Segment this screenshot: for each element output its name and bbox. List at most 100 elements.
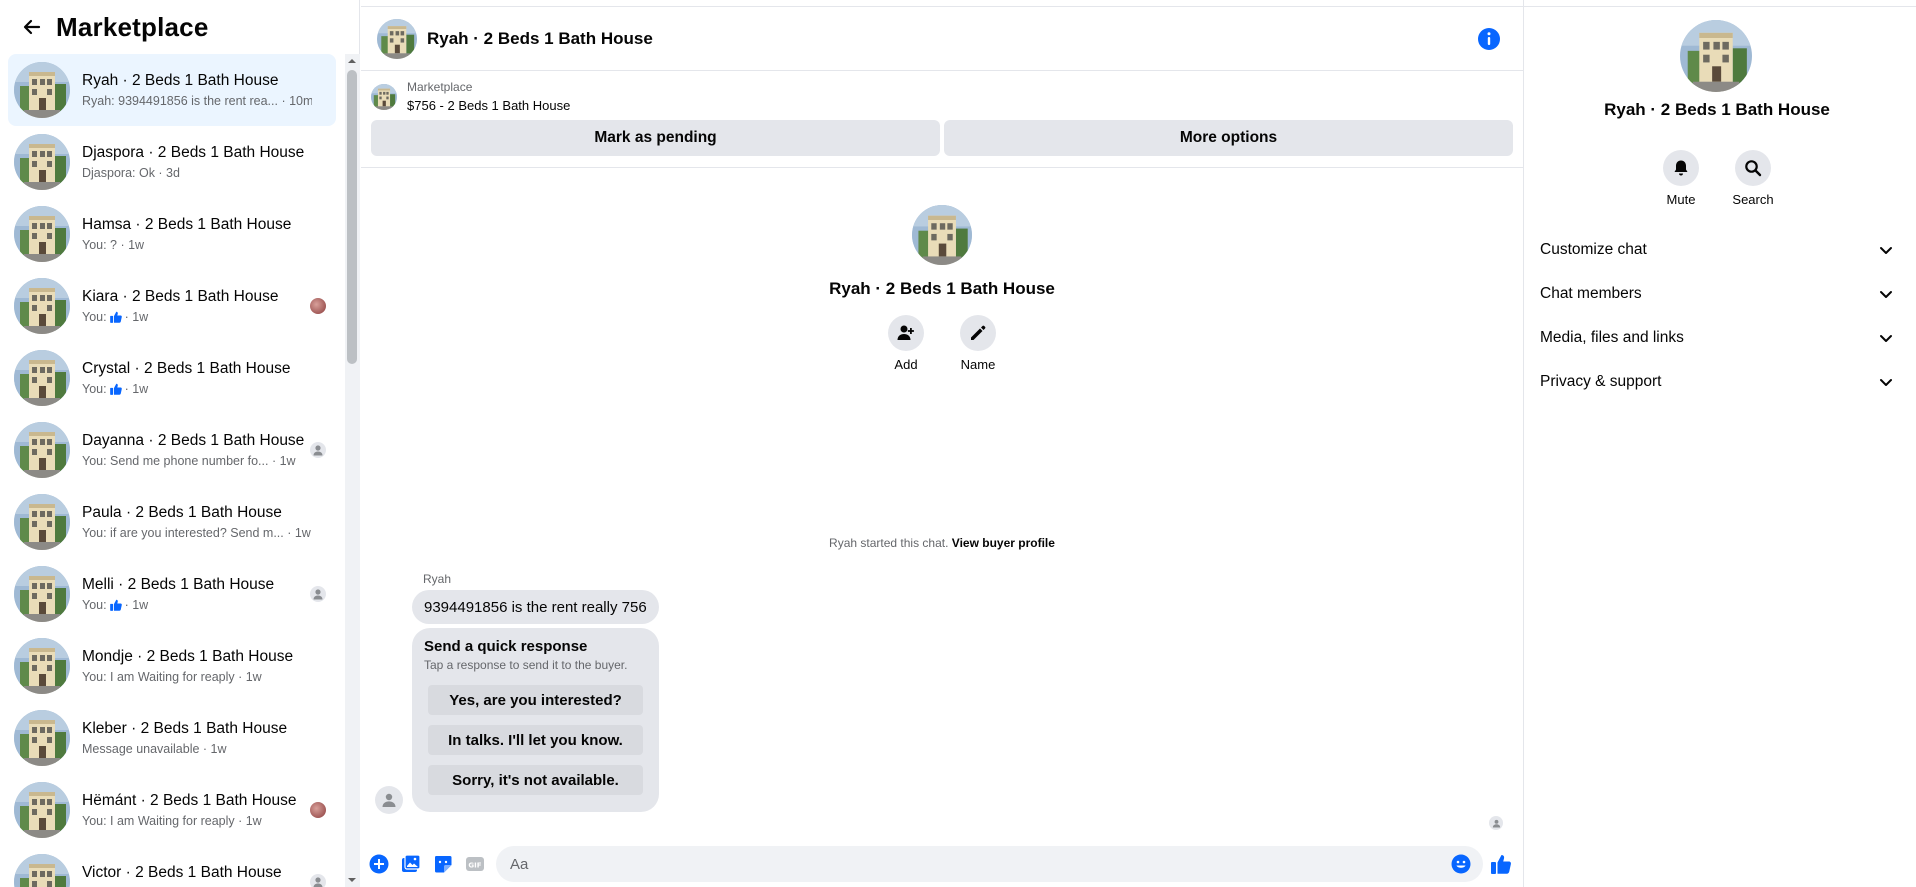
gif-button[interactable]: GIF <box>465 854 485 874</box>
conversation-item[interactable]: Crystal · 2 Beds 1 Bath House You: · 1w <box>8 342 336 414</box>
chat-intro: Ryah · 2 Beds 1 Bath House Add Name <box>361 205 1523 372</box>
message-input[interactable]: Aa <box>496 846 1483 882</box>
conversation-item[interactable]: Hëmánt · 2 Beds 1 Bath House You: I am Wa… <box>8 774 336 846</box>
details-accordion: Customize chat Chat members Media, files… <box>1540 228 1900 404</box>
conversation-item[interactable]: Kiara · 2 Beds 1 Bath House You: · 1w <box>8 270 336 342</box>
preview-prefix: You: <box>82 382 107 396</box>
message-sender: Ryah <box>423 572 452 586</box>
conversation-preview: You: · 1w <box>82 598 312 612</box>
conversation-preview: You: ? · 1w <box>82 238 145 252</box>
chevron-down-icon <box>1880 247 1892 254</box>
conversation-text: Hëmánt · 2 Beds 1 Bath House You: I am Wa… <box>82 792 312 828</box>
conversation-name: Kleber · 2 Beds 1 Bath House <box>82 720 288 737</box>
listing-summary[interactable]: Marketplace $756 - 2 Beds 1 Bath House <box>371 80 570 113</box>
conversation-item[interactable]: Hamsa · 2 Beds 1 Bath House You: ? · 1w <box>8 198 336 270</box>
house-photo-icon <box>14 422 70 478</box>
chat-header: Ryah · 2 Beds 1 Bath House <box>361 7 1523 71</box>
sticker-button[interactable] <box>433 854 453 874</box>
more-actions-button[interactable] <box>369 854 389 874</box>
conversation-item[interactable]: Melli · 2 Beds 1 Bath House You: · 1w <box>8 558 336 630</box>
name-button[interactable]: Name <box>959 315 997 372</box>
conversation-text: Dayanna · 2 Beds 1 Bath House You: Send m… <box>82 432 312 468</box>
person-icon <box>313 445 323 456</box>
customize-chat-section[interactable]: Customize chat <box>1540 228 1900 272</box>
back-button[interactable] <box>14 9 50 45</box>
mark-as-pending-button[interactable]: Mark as pending <box>371 120 940 156</box>
listing-actions: Mark as pending More options <box>371 120 1513 156</box>
conversation-item[interactable]: Dayanna · 2 Beds 1 Bath House You: Send m… <box>8 414 336 486</box>
info-icon[interactable] <box>1477 27 1501 51</box>
conversation-item[interactable]: Mondje · 2 Beds 1 Bath House You: I am Wa… <box>8 630 336 702</box>
house-photo-icon <box>14 494 70 550</box>
conversation-avatar <box>14 278 70 334</box>
conversation-sidebar: Marketplace Ryah · 2 Beds 1 Bath House Ry… <box>0 0 360 887</box>
conversation-name: Paula · 2 Beds 1 Bath House <box>82 504 282 521</box>
preview-time: · 1w <box>124 310 149 324</box>
conversation-avatar <box>14 638 70 694</box>
section-label: Customize chat <box>1540 241 1647 258</box>
chat-avatar[interactable] <box>377 18 417 59</box>
seen-avatar-indicator <box>310 298 326 314</box>
more-options-button[interactable]: More options <box>944 120 1513 156</box>
house-photo-icon <box>14 134 70 190</box>
sticker-icon <box>435 856 452 873</box>
house-photo-icon <box>14 566 70 622</box>
gif-icon: GIF <box>466 857 484 871</box>
conversation-avatar <box>14 350 70 406</box>
chevron-down-icon <box>1880 335 1892 342</box>
conversation-avatar <box>14 782 70 838</box>
seen-indicator-avatar <box>1489 816 1503 830</box>
conversation-name: Mondje · 2 Beds 1 Bath House <box>82 648 294 665</box>
conversation-avatar <box>14 206 70 262</box>
emoji-icon[interactable] <box>1451 854 1471 874</box>
section-label: Chat members <box>1540 285 1642 302</box>
mute-label: Mute <box>1666 192 1696 207</box>
conversation-text: Crystal · 2 Beds 1 Bath House You: · 1w <box>82 360 312 396</box>
mute-button[interactable]: Mute <box>1662 150 1700 207</box>
conversation-name: Crystal · 2 Beds 1 Bath House <box>82 360 291 377</box>
privacy-support-section[interactable]: Privacy & support <box>1540 360 1900 404</box>
conversation-item[interactable]: Victor · 2 Beds 1 Bath HouseYou: I am Wa… <box>8 846 336 887</box>
add-person-button[interactable]: Add <box>887 315 925 372</box>
chat-title[interactable]: Ryah · 2 Beds 1 Bath House <box>427 29 653 49</box>
attach-photo-button[interactable] <box>401 854 421 874</box>
conversation-preview: Message unavailable · 1w <box>82 742 227 756</box>
conversation-name: Kiara · 2 Beds 1 Bath House <box>82 288 279 305</box>
house-photo-icon <box>912 205 972 265</box>
view-buyer-profile-link[interactable]: View buyer profile <box>952 536 1055 550</box>
sidebar-title: Marketplace <box>56 11 209 42</box>
conversation-item[interactable]: Kleber · 2 Beds 1 Bath House Message unav… <box>8 702 336 774</box>
house-photo-icon <box>14 206 70 262</box>
conversation-item[interactable]: Ryah · 2 Beds 1 Bath House Ryah: 93944918… <box>8 54 336 126</box>
media-files-links-section[interactable]: Media, files and links <box>1540 316 1900 360</box>
chat-members-section[interactable]: Chat members <box>1540 272 1900 316</box>
sidebar-scrollbar-thumb[interactable] <box>347 70 357 364</box>
message-bubble[interactable]: 9394491856 is the rent really 756 <box>412 590 659 624</box>
details-avatar[interactable] <box>1680 20 1752 92</box>
divider <box>1524 6 1916 7</box>
search-button[interactable]: Search <box>1732 150 1774 207</box>
thumbs-up-icon[interactable] <box>1489 852 1513 876</box>
person-icon <box>1492 819 1500 827</box>
scroll-up-icon[interactable] <box>347 56 357 66</box>
house-photo-icon <box>14 638 70 694</box>
details-title: Ryah · 2 Beds 1 Bath House <box>1604 100 1830 119</box>
conversation-preview: You: if are you interested? Send m... · … <box>82 526 311 540</box>
conversation-preview: You: I am Waiting for reaply · 1w <box>82 814 262 828</box>
scroll-down-icon[interactable] <box>347 875 357 885</box>
conversation-preview: You: I am Waiting for reaply · 1w <box>82 670 262 684</box>
conversation-text: Kleber · 2 Beds 1 Bath House Message unav… <box>82 720 312 756</box>
listing-title: $756 - 2 Beds 1 Bath House <box>407 98 571 113</box>
quick-response-not-available-button[interactable]: Sorry, it's not available. <box>428 765 643 795</box>
conversation-text: Victor · 2 Beds 1 Bath HouseYou: I am Wa… <box>82 864 312 887</box>
quick-response-yes-button[interactable]: Yes, are you interested? <box>428 685 643 715</box>
conversation-item[interactable]: Djaspora · 2 Beds 1 Bath House Djaspora: … <box>8 126 336 198</box>
thumbs-up-icon <box>109 383 122 395</box>
conversation-text: Kiara · 2 Beds 1 Bath House You: · 1w <box>82 288 312 324</box>
chevron-down-icon <box>1880 291 1892 298</box>
preview-time: · 1w <box>124 598 149 612</box>
conversation-name: Hëmánt · 2 Beds 1 Bath House <box>82 792 297 809</box>
house-photo-icon <box>14 710 70 766</box>
quick-response-in-talks-button[interactable]: In talks. I'll let you know. <box>428 725 643 755</box>
conversation-item[interactable]: Paula · 2 Beds 1 Bath House You: if are y… <box>8 486 336 558</box>
